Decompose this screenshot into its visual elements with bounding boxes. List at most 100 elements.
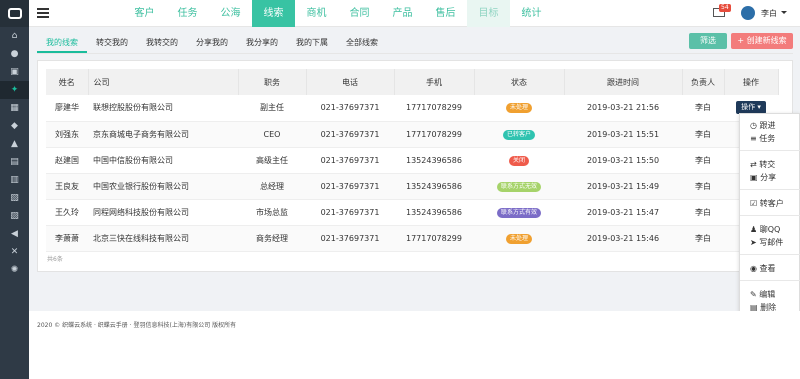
owner-name: 李白 — [695, 129, 711, 139]
menu-item-qq[interactable]: ♟ 聊QQ — [750, 224, 780, 235]
leads-table: 姓名 公司 职务 电话 手机 状态 跟进时间 负责人 操作 廖建华 联想控股股份有… — [46, 69, 779, 252]
top-nav: 客户 任务 公海 线索 商机 合同 产品 售后 目标 统计 — [123, 0, 553, 27]
subtab-shared-to-me[interactable]: 分享我的 — [187, 33, 237, 53]
subtab-all-leads[interactable]: 全部线索 — [337, 33, 387, 53]
gift-icon[interactable]: ▧ — [0, 189, 29, 207]
job-title: 总经理 — [260, 181, 284, 191]
column-header[interactable]: 手机 — [394, 69, 475, 95]
lead-name: 赵建国 — [55, 155, 79, 165]
subtab-subordinates[interactable]: 我的下属 — [287, 33, 337, 53]
menu-item-label: 编辑 — [759, 290, 776, 299]
follow-up-time: 2019-03-21 21:56 — [586, 103, 660, 113]
avatar[interactable] — [741, 6, 755, 20]
logo[interactable] — [0, 0, 29, 27]
wrench-icon[interactable]: ✕ — [0, 243, 29, 261]
mobile-number: 13524396586 — [406, 155, 462, 165]
filter-button[interactable]: 筛选 — [689, 33, 727, 49]
column-header[interactable]: 负责人 — [682, 69, 725, 95]
subtab-transferred-to-me[interactable]: 转交我的 — [87, 33, 137, 53]
user-tag-icon[interactable]: ▲ — [0, 135, 29, 153]
menu-item-label: 查看 — [759, 264, 776, 273]
qq-icon: ♟ — [750, 225, 760, 234]
table-row[interactable]: 赵建国 中国中信股份有限公司 高级主任 021-37697371 13524396586… — [46, 147, 778, 173]
subtab-my-leads[interactable]: 我的线索 — [37, 33, 87, 53]
edit-icon: ✎ — [750, 290, 760, 299]
tab-after-sales[interactable]: 售后 — [424, 0, 467, 27]
menu-item-label: 任务 — [759, 134, 776, 143]
username[interactable]: 李白 — [761, 8, 777, 19]
tab-customers[interactable]: 客户 — [123, 0, 166, 27]
book-icon[interactable]: ▤ — [0, 153, 29, 171]
tab-products[interactable]: 产品 — [381, 0, 424, 27]
tab-statistics[interactable]: 统计 — [510, 0, 553, 27]
table-row[interactable]: 李萧萧 北京三快在线科技有限公司 商务经理 021-37697371 177170782… — [46, 225, 778, 251]
menu-toggle-icon[interactable] — [37, 8, 49, 18]
menu-item-share[interactable]: ▣ 分享 — [750, 172, 776, 183]
columns-icon[interactable]: ▥ — [0, 171, 29, 189]
column-header[interactable]: 姓名 — [46, 69, 89, 95]
user-icon[interactable]: ● — [0, 45, 29, 63]
create-lead-button[interactable]: + 创建新线索 — [731, 33, 793, 49]
mobile-number: 13524396586 — [406, 207, 462, 217]
table-row[interactable]: 廖建华 联想控股股份有限公司 副主任 021-37697371 17717078299 未… — [46, 95, 778, 121]
follow-up-time: 2019-03-21 15:49 — [586, 181, 660, 191]
company-name: 中国中信股份有限公司 — [93, 155, 173, 165]
calendar-icon[interactable]: ▦ — [0, 99, 29, 117]
owner-name: 李白 — [695, 181, 711, 191]
menu-item-label: 转客户 — [759, 199, 784, 208]
send-icon: ➤ — [750, 238, 760, 247]
users-icon[interactable]: ✦ — [0, 81, 29, 99]
image-icon[interactable]: ▨ — [0, 207, 29, 225]
column-header[interactable]: 电话 — [306, 69, 395, 95]
tab-public-sea[interactable]: 公海 — [209, 0, 252, 27]
menu-item-transfer[interactable]: ⇄ 转交 — [750, 159, 775, 170]
table-row[interactable]: 刘强东 京东商城电子商务有限公司 CEO 021-37697371 1771707829… — [46, 121, 778, 147]
bullhorn-icon[interactable]: ◀ — [0, 225, 29, 243]
column-header[interactable]: 状态 — [474, 69, 565, 95]
column-header[interactable]: 公司 — [88, 69, 239, 95]
briefcase-icon[interactable]: ▣ — [0, 63, 29, 81]
menu-divider — [740, 254, 800, 255]
job-title: 高级主任 — [256, 155, 288, 165]
checkbox-icon: ☑ — [750, 199, 760, 208]
menu-item-edit[interactable]: ✎ 编辑 — [750, 289, 775, 300]
job-title: 商务经理 — [256, 233, 288, 243]
subtab-i-transferred[interactable]: 我转交的 — [137, 33, 187, 53]
home-icon[interactable]: ⌂ — [0, 27, 29, 45]
follow-up-time: 2019-03-21 15:51 — [586, 129, 660, 139]
gear-icon[interactable]: ✺ — [0, 261, 29, 279]
table-row[interactable]: 王良友 中国农业银行股份有限公司 总经理 021-37697371 1352439658… — [46, 173, 778, 199]
tab-opportunities[interactable]: 商机 — [295, 0, 338, 27]
menu-item-list[interactable]: ≡ 任务 — [750, 133, 775, 144]
company-name: 中国农业银行股份有限公司 — [93, 181, 189, 191]
action-dropdown-menu: ◷ 跟进 ≡ 任务 ⇄ 转交 ▣ 分享 ☑ 转客户 ♟ 聊QQ ➤ 写邮件 ◉ 查看 ✎ 编辑 ▤… — [739, 113, 800, 318]
divider — [37, 53, 793, 54]
menu-divider — [740, 189, 800, 190]
column-header[interactable]: 操作 — [724, 69, 779, 95]
tab-contracts[interactable]: 合同 — [338, 0, 381, 27]
menu-item-send[interactable]: ➤ 写邮件 — [750, 237, 783, 248]
owner-name: 李白 — [695, 233, 711, 243]
tab-tasks[interactable]: 任务 — [166, 0, 209, 27]
lead-name: 李萧萧 — [55, 233, 79, 243]
table-row[interactable]: 王久玲 同程网络科技股份有限公司 市场总监 021-37697371 135243965… — [46, 199, 778, 225]
subtab-i-shared[interactable]: 我分享的 — [237, 33, 287, 53]
lead-name: 刘强东 — [55, 129, 79, 139]
menu-item-checkbox[interactable]: ☑ 转客户 — [750, 198, 784, 209]
menu-item-eye[interactable]: ◉ 查看 — [750, 263, 776, 274]
job-title: 市场总监 — [256, 207, 288, 217]
tab-goals[interactable]: 目标 — [467, 0, 510, 27]
cube-icon[interactable]: ◆ — [0, 117, 29, 135]
menu-item-clock[interactable]: ◷ 跟进 — [750, 120, 776, 131]
status-badge: 未处理 — [505, 233, 532, 244]
job-title: CEO — [263, 129, 281, 139]
company-name: 联想控股股份有限公司 — [93, 103, 173, 113]
owner-name: 李白 — [695, 103, 711, 113]
clock-icon: ◷ — [750, 121, 760, 130]
chevron-down-icon[interactable] — [781, 11, 787, 14]
eye-icon: ◉ — [750, 264, 760, 273]
column-header[interactable]: 跟进时间 — [564, 69, 683, 95]
column-header[interactable]: 职务 — [238, 69, 307, 95]
phone-number: 021-37697371 — [320, 129, 380, 139]
tab-leads[interactable]: 线索 — [252, 0, 295, 27]
